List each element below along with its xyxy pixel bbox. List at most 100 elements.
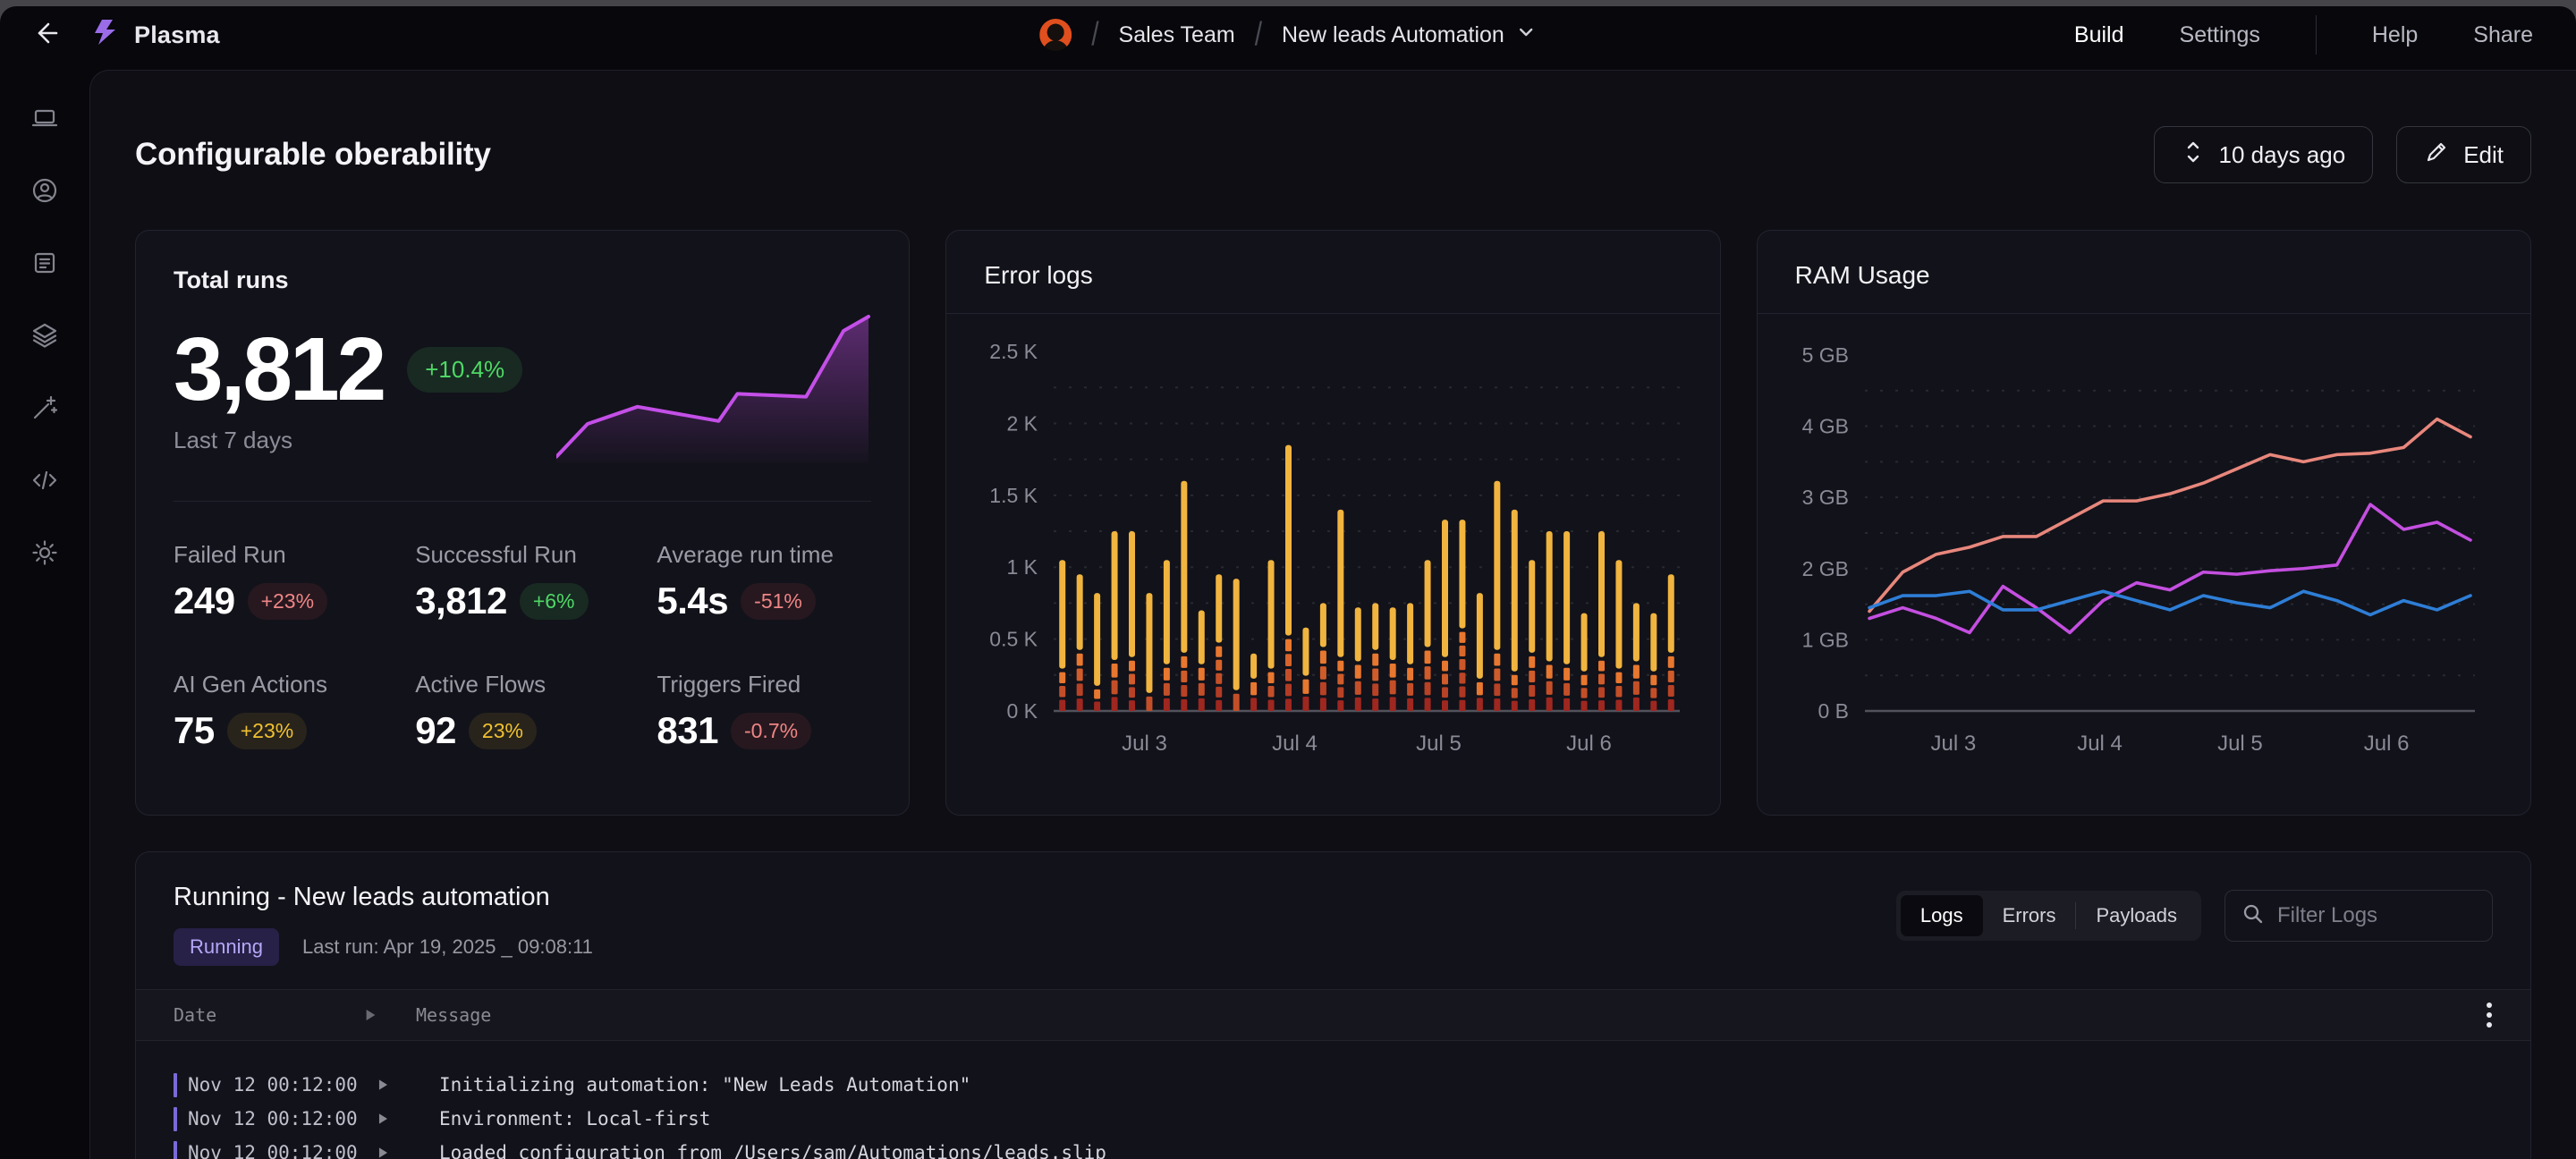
- stat-value: 3,812: [415, 580, 507, 622]
- sidebar-item-logs[interactable]: [30, 249, 59, 277]
- svg-text:1 GB: 1 GB: [1801, 628, 1848, 651]
- row-accent-bar: [174, 1107, 177, 1131]
- divider: [946, 313, 1719, 314]
- time-range-button[interactable]: 10 days ago: [2154, 126, 2374, 183]
- stat-delta-badge: -0.7%: [731, 713, 811, 749]
- stat-triggers-fired: Triggers Fired 831 -0.7%: [657, 671, 871, 752]
- row-accent-bar: [174, 1073, 177, 1097]
- total-runs-title: Total runs: [174, 266, 871, 294]
- svg-text:Jul 5: Jul 5: [1417, 732, 1462, 756]
- time-range-label: 10 days ago: [2219, 141, 2346, 169]
- log-date: Nov 12 00:12:00: [188, 1074, 377, 1096]
- nav-link-settings[interactable]: Settings: [2180, 22, 2260, 48]
- log-panel: Running - New leads automation Running L…: [135, 851, 2531, 1159]
- breadcrumb: / Sales Team / New leads Automation: [1039, 6, 1537, 63]
- log-date: Nov 12 00:12:00: [188, 1142, 377, 1159]
- nav-link-build[interactable]: Build: [2074, 22, 2124, 48]
- brand[interactable]: Plasma: [89, 16, 220, 55]
- svg-text:0 K: 0 K: [1007, 699, 1038, 723]
- sidebar: [0, 70, 89, 1159]
- column-date: Date: [174, 1004, 365, 1026]
- stat-label: Active Flows: [415, 671, 657, 698]
- stat-value: 249: [174, 580, 235, 622]
- brand-name: Plasma: [134, 21, 220, 49]
- svg-text:Jul 3: Jul 3: [1123, 732, 1168, 756]
- stat-label: Triggers Fired: [657, 671, 871, 698]
- sidebar-item-settings[interactable]: [30, 538, 59, 567]
- app-window: Plasma / Sales Team / New leads Automati…: [0, 6, 2576, 1159]
- svg-text:0.5 K: 0.5 K: [990, 628, 1038, 651]
- ram-usage-title: RAM Usage: [1758, 231, 2530, 313]
- page-title: Configurable oberability: [135, 137, 491, 173]
- ram-usage-card: RAM Usage 0 B1 GB2 GB3 GB4 GB5 GBJul 3Ju…: [1757, 230, 2531, 816]
- stat-average-run-time: Average run time 5.4s -51%: [657, 541, 871, 622]
- stat-value: 831: [657, 709, 718, 752]
- log-table-header: Date Message: [136, 989, 2530, 1041]
- tab-logs[interactable]: Logs: [1901, 895, 1983, 936]
- breadcrumb-team[interactable]: Sales Team: [1119, 22, 1235, 48]
- plasma-logo-icon: [89, 16, 122, 55]
- stat-label: AI Gen Actions: [174, 671, 415, 698]
- sidebar-item-monitor[interactable]: [30, 104, 59, 132]
- tab-payloads[interactable]: Payloads: [2076, 895, 2197, 936]
- top-nav: Plasma / Sales Team / New leads Automati…: [0, 6, 2576, 63]
- kebab-menu-icon[interactable]: [2486, 1000, 2493, 1030]
- caret-right-icon[interactable]: [379, 1079, 387, 1089]
- svg-text:1.5 K: 1.5 K: [990, 484, 1038, 507]
- stat-value: 5.4s: [657, 580, 728, 622]
- svg-text:4 GB: 4 GB: [1801, 415, 1848, 438]
- total-runs-sparkline: [556, 309, 871, 463]
- edit-button[interactable]: Edit: [2396, 126, 2531, 183]
- log-tabs: Logs Errors Payloads: [1896, 891, 2201, 941]
- stat-label: Average run time: [657, 541, 871, 569]
- stat-value: 75: [174, 709, 215, 752]
- nav-link-share[interactable]: Share: [2473, 22, 2533, 48]
- main-content: Configurable oberability 10 days ago Edi…: [89, 70, 2576, 1159]
- sidebar-item-ai-tools[interactable]: [30, 393, 59, 422]
- sidebar-item-account[interactable]: [30, 176, 59, 205]
- log-message: Loaded configuration from /Users/sam/Aut…: [439, 1142, 1106, 1159]
- breadcrumb-automation-label: New leads Automation: [1282, 22, 1504, 48]
- caret-right-icon[interactable]: [367, 1010, 376, 1020]
- svg-text:Jul 3: Jul 3: [1930, 732, 1976, 756]
- caret-right-icon[interactable]: [379, 1113, 387, 1123]
- total-runs-value: 3,812: [174, 325, 384, 414]
- filter-logs-input[interactable]: [2277, 903, 2555, 928]
- stat-failed-run: Failed Run 249+23%: [174, 541, 415, 622]
- search-icon: [2241, 902, 2265, 930]
- back-button[interactable]: [0, 18, 89, 53]
- caret-right-icon[interactable]: [379, 1147, 387, 1157]
- nav-divider: [2316, 15, 2317, 55]
- avatar[interactable]: [1039, 19, 1072, 51]
- chevron-down-icon: [1515, 21, 1537, 49]
- svg-text:Jul 4: Jul 4: [1273, 732, 1318, 756]
- total-runs-delta-badge: +10.4%: [407, 347, 522, 393]
- sidebar-item-code[interactable]: [30, 466, 59, 495]
- log-rows: Nov 12 00:12:00 Initializing automation:…: [136, 1041, 2530, 1159]
- breadcrumb-automation[interactable]: New leads Automation: [1282, 21, 1537, 49]
- svg-text:2 K: 2 K: [1007, 411, 1038, 435]
- svg-text:2 GB: 2 GB: [1801, 557, 1848, 580]
- log-row[interactable]: Nov 12 00:12:00 Environment: Local-first: [174, 1102, 2493, 1136]
- tab-errors[interactable]: Errors: [1983, 895, 2076, 936]
- stat-delta-badge: +23%: [248, 583, 327, 620]
- log-row[interactable]: Nov 12 00:12:00 Loaded configuration fro…: [174, 1136, 2493, 1159]
- svg-text:2.5 K: 2.5 K: [990, 340, 1038, 363]
- filter-logs-box[interactable]: [2224, 890, 2493, 942]
- status-badge: Running: [174, 928, 279, 966]
- column-message: Message: [416, 1004, 491, 1026]
- stat-delta-badge: +6%: [520, 583, 589, 620]
- log-message: Initializing automation: "New Leads Auto…: [439, 1074, 970, 1096]
- svg-text:0 B: 0 B: [1818, 699, 1849, 723]
- last-run-text: Last run: Apr 19, 2025 _ 09:08:11: [302, 935, 593, 959]
- edit-label: Edit: [2463, 141, 2504, 169]
- stat-delta-badge: -51%: [741, 583, 816, 620]
- sidebar-item-layers[interactable]: [30, 321, 59, 350]
- svg-text:Jul 6: Jul 6: [1567, 732, 1613, 756]
- svg-text:Jul 4: Jul 4: [2077, 732, 2123, 756]
- log-row[interactable]: Nov 12 00:12:00 Initializing automation:…: [174, 1068, 2493, 1102]
- svg-text:Jul 6: Jul 6: [2364, 732, 2410, 756]
- sort-updown-icon: [2182, 139, 2205, 172]
- stat-successful-run: Successful Run 3,812+6%: [415, 541, 657, 622]
- nav-link-help[interactable]: Help: [2372, 22, 2418, 48]
